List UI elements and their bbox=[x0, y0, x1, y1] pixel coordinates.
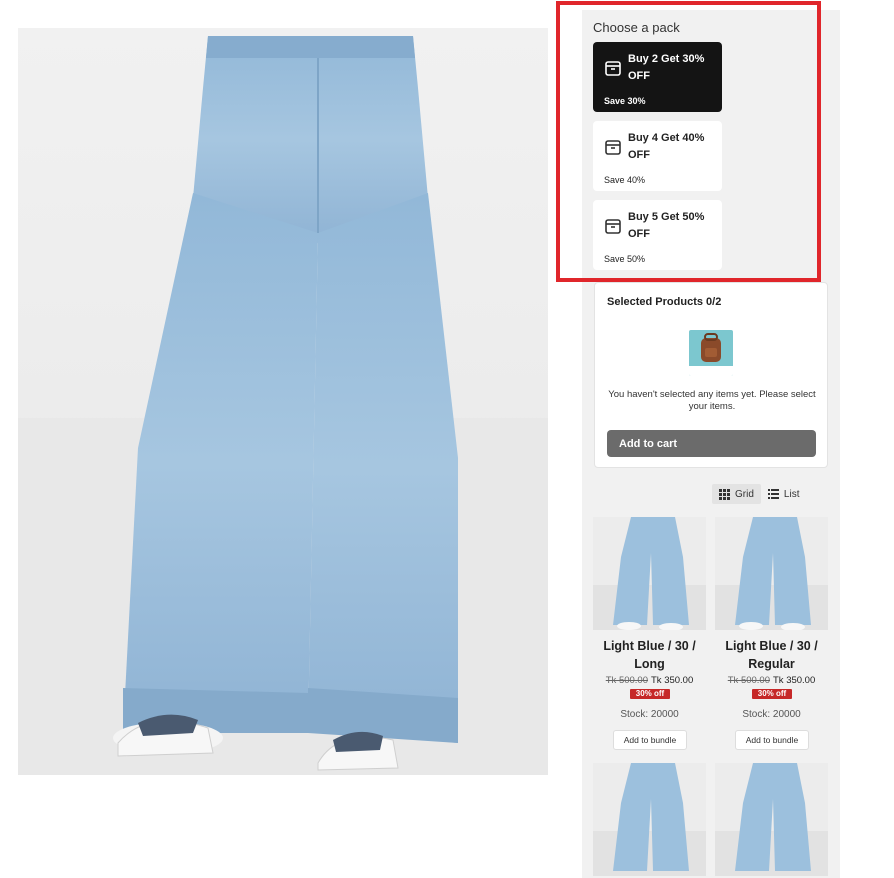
jeans-thumbnail-image bbox=[715, 763, 828, 876]
product-prices: Tk 500.00 Tk 350.00 bbox=[593, 675, 706, 686]
product-main-image bbox=[18, 28, 548, 775]
discount-badge: 30% off bbox=[752, 689, 792, 699]
pack-save: Save 50% bbox=[604, 254, 646, 264]
empty-bag-illustration bbox=[689, 330, 733, 376]
page: Choose a pack Buy 2 Get 30% OFF Save 30%… bbox=[0, 0, 894, 878]
pack-label: Buy 5 Get 50% OFF bbox=[628, 211, 705, 240]
old-price: Tk 500.00 bbox=[605, 675, 648, 686]
pack-label: Buy 4 Get 40% OFF bbox=[628, 132, 705, 161]
add-to-bundle-button[interactable]: Add to bundle bbox=[735, 730, 809, 750]
box-icon bbox=[605, 140, 621, 155]
illustration-base bbox=[689, 366, 733, 376]
grid-view-button[interactable]: Grid bbox=[712, 484, 761, 504]
product-thumbnail[interactable] bbox=[715, 763, 828, 876]
grid-icon bbox=[719, 488, 730, 500]
old-price: Tk 500.00 bbox=[727, 675, 770, 686]
grid-label: Grid bbox=[735, 488, 754, 500]
product-card: Light Blue / 30 / Long Tk 500.00 Tk 350.0… bbox=[593, 517, 706, 757]
pack-save: Save 30% bbox=[604, 96, 646, 106]
selected-products-title: Selected Products 0/2 bbox=[607, 296, 722, 308]
pack-section-title: Choose a pack bbox=[593, 20, 680, 35]
product-card bbox=[593, 763, 706, 878]
list-view-button[interactable]: List bbox=[761, 484, 807, 504]
product-card: Light Blue / 30 / Regular Tk 500.00 Tk 35… bbox=[715, 517, 828, 757]
jeans-thumbnail-image bbox=[593, 763, 706, 876]
sale-price: Tk 350.00 bbox=[651, 675, 694, 686]
product-prices: Tk 500.00 Tk 350.00 bbox=[715, 675, 828, 686]
product-thumbnail[interactable] bbox=[593, 763, 706, 876]
stock-count: Stock: 20000 bbox=[620, 709, 679, 720]
jeans-thumbnail-image bbox=[715, 517, 828, 630]
product-thumbnail[interactable] bbox=[715, 517, 828, 630]
box-icon bbox=[605, 61, 621, 76]
discount-badge: 30% off bbox=[630, 689, 670, 699]
stock-count: Stock: 20000 bbox=[742, 709, 801, 720]
pack-option-buy-2[interactable]: Buy 2 Get 30% OFF Save 30% bbox=[593, 42, 722, 112]
view-toggle: Grid List bbox=[712, 484, 806, 504]
sale-price: Tk 350.00 bbox=[773, 675, 816, 686]
jeans-illustration bbox=[18, 36, 548, 775]
list-label: List bbox=[783, 488, 800, 500]
product-thumbnail[interactable] bbox=[593, 517, 706, 630]
product-name: Light Blue / 30 / Regular bbox=[725, 639, 818, 671]
pack-label: Buy 2 Get 30% OFF bbox=[628, 53, 705, 82]
product-name: Light Blue / 30 / Long bbox=[603, 639, 696, 671]
selected-products-box: Selected Products 0/2 You haven't select… bbox=[594, 282, 828, 468]
pack-option-buy-5[interactable]: Buy 5 Get 50% OFF Save 50% bbox=[593, 200, 722, 270]
box-icon bbox=[605, 219, 621, 234]
pack-option-buy-4[interactable]: Buy 4 Get 40% OFF Save 40% bbox=[593, 121, 722, 191]
list-icon bbox=[767, 489, 779, 499]
product-card bbox=[715, 763, 828, 878]
jeans-thumbnail-image bbox=[593, 517, 706, 630]
empty-selection-message: You haven't selected any items yet. Plea… bbox=[608, 389, 816, 412]
add-to-bundle-button[interactable]: Add to bundle bbox=[613, 730, 687, 750]
bundle-panel: Choose a pack Buy 2 Get 30% OFF Save 30%… bbox=[582, 10, 840, 878]
pack-save: Save 40% bbox=[604, 175, 646, 185]
add-to-cart-button[interactable]: Add to cart bbox=[607, 430, 816, 457]
